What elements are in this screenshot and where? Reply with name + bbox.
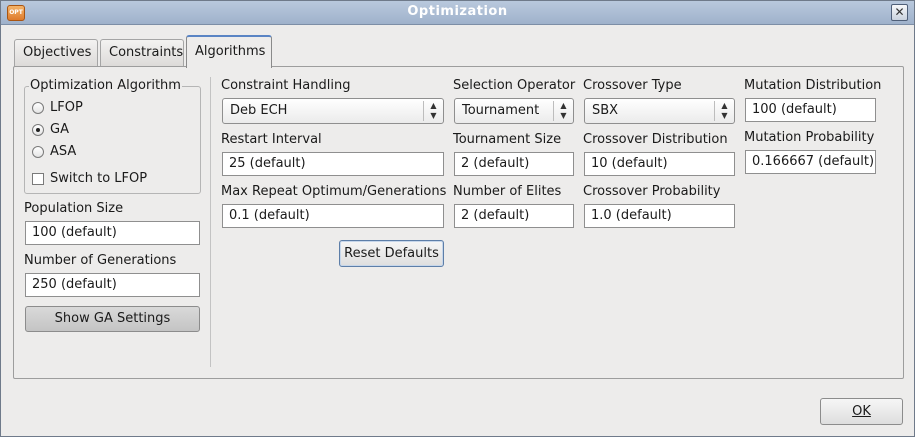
- vertical-divider: [210, 77, 211, 367]
- updown-arrow-icon: ▲ ▼: [423, 101, 443, 121]
- radio-ga[interactable]: [32, 124, 44, 136]
- mutation-probability-label: Mutation Probability: [744, 130, 875, 145]
- crossover-probability-label: Crossover Probability: [583, 184, 721, 199]
- crossover-type-value: SBX: [592, 103, 619, 118]
- selection-operator-value: Tournament: [462, 103, 540, 118]
- reset-defaults-button[interactable]: Reset Defaults: [339, 240, 444, 267]
- crossover-type-label: Crossover Type: [583, 78, 682, 93]
- radio-asa-label: ASA: [50, 144, 77, 159]
- restart-interval-input[interactable]: 25 (default): [222, 152, 444, 176]
- title-bar[interactable]: OPT Optimization ✕: [1, 1, 914, 25]
- radio-ga-label: GA: [50, 122, 69, 137]
- radio-lfop[interactable]: [32, 102, 44, 114]
- crossover-distribution-label: Crossover Distribution: [583, 132, 728, 147]
- show-ga-settings-button[interactable]: Show GA Settings: [25, 306, 200, 332]
- crossover-type-select[interactable]: SBX ▲ ▼: [584, 98, 735, 124]
- mutation-probability-input[interactable]: 0.166667 (default): [745, 150, 876, 174]
- tournament-size-input[interactable]: 2 (default): [454, 152, 574, 176]
- crossover-probability-input[interactable]: 1.0 (default): [584, 204, 735, 228]
- ok-button[interactable]: OK: [820, 398, 903, 425]
- generations-input[interactable]: 250 (default): [25, 273, 200, 297]
- updown-arrow-icon: ▲ ▼: [553, 101, 573, 121]
- radio-asa[interactable]: [32, 146, 44, 158]
- group-title: Optimization Algorithm: [29, 78, 182, 93]
- mutation-distribution-input[interactable]: 100 (default): [745, 98, 876, 122]
- ok-button-label: OK: [852, 404, 871, 419]
- mutation-distribution-label: Mutation Distribution: [744, 78, 882, 93]
- max-repeat-input[interactable]: 0.1 (default): [222, 204, 444, 228]
- updown-arrow-icon: ▲ ▼: [714, 101, 734, 121]
- tab-constraints[interactable]: Constraints: [100, 39, 184, 67]
- population-size-input[interactable]: 100 (default): [25, 221, 200, 245]
- selection-operator-select[interactable]: Tournament ▲ ▼: [454, 98, 574, 124]
- tournament-size-label: Tournament Size: [453, 132, 562, 147]
- number-of-elites-label: Number of Elites: [453, 184, 562, 199]
- tab-objectives[interactable]: Objectives: [14, 39, 98, 67]
- constraint-handling-label: Constraint Handling: [221, 78, 351, 93]
- radio-lfop-label: LFOP: [50, 100, 83, 115]
- constraint-handling-value: Deb ECH: [230, 103, 288, 118]
- optimization-algorithm-group: Optimization Algorithm LFOP GA ASA Switc…: [24, 78, 201, 194]
- switch-lfop-checkbox[interactable]: [32, 173, 44, 185]
- switch-lfop-label: Switch to LFOP: [50, 171, 148, 186]
- number-of-elites-input[interactable]: 2 (default): [454, 204, 574, 228]
- constraint-handling-select[interactable]: Deb ECH ▲ ▼: [222, 98, 444, 124]
- tab-algorithms[interactable]: Algorithms: [186, 35, 272, 68]
- max-repeat-label: Max Repeat Optimum/Generations: [221, 184, 447, 199]
- algorithms-panel: Optimization Algorithm LFOP GA ASA Switc…: [13, 66, 904, 379]
- crossover-distribution-input[interactable]: 10 (default): [584, 152, 735, 176]
- selection-operator-label: Selection Operator: [453, 78, 576, 93]
- optimization-dialog: OPT Optimization ✕ Objectives Constraint…: [0, 0, 915, 437]
- population-size-label: Population Size: [24, 201, 124, 216]
- window-title: Optimization: [407, 4, 508, 19]
- close-icon[interactable]: ✕: [891, 4, 908, 21]
- generations-label: Number of Generations: [24, 253, 177, 268]
- restart-interval-label: Restart Interval: [221, 132, 322, 147]
